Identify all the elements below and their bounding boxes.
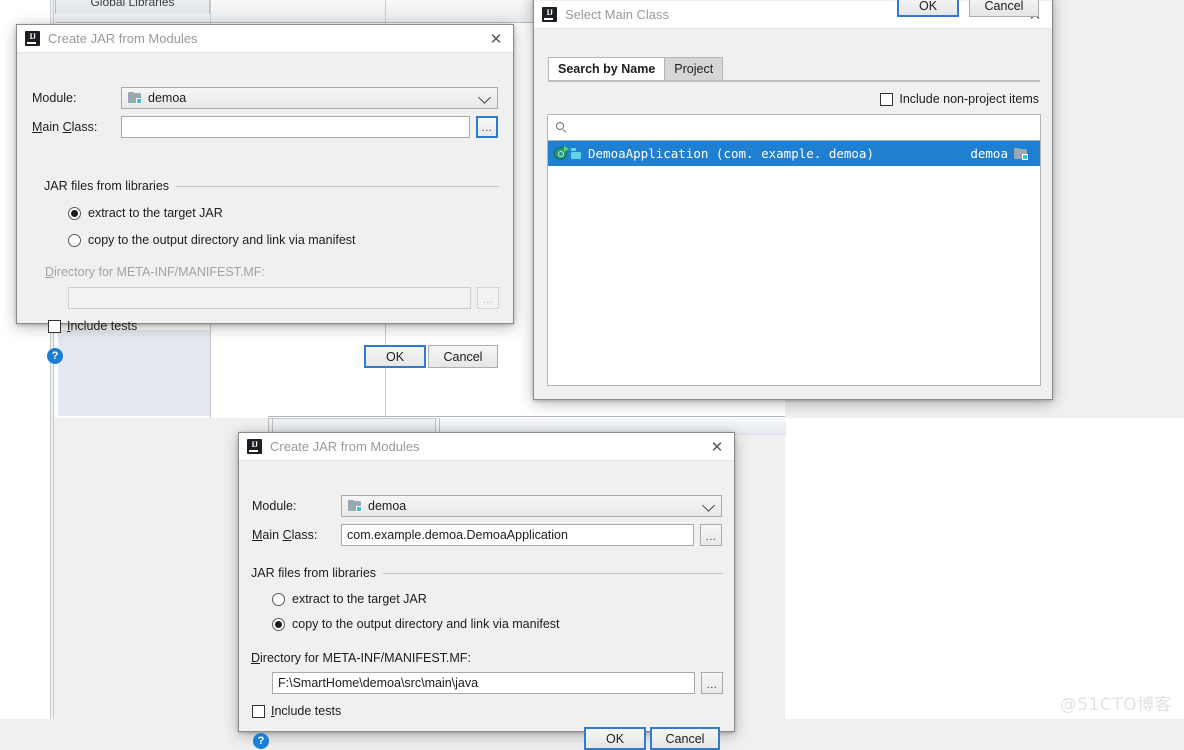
directory-row: F:\SmartHome\demoa\src\main\java ...	[272, 672, 723, 694]
radio-copy-to-output-directory[interactable]: copy to the output directory and link vi…	[68, 233, 356, 247]
tab-project[interactable]: Project	[664, 57, 724, 81]
directory-browse-button[interactable]: ...	[477, 287, 499, 309]
directory-row: ...	[68, 287, 499, 309]
main-class-browse-button[interactable]: ...	[700, 524, 722, 546]
module-combobox[interactable]: demoa	[121, 87, 498, 109]
radio-extract-icon	[68, 206, 81, 220]
directory-label: Directory for META-INF/MANIFEST.MF:	[45, 265, 265, 279]
dialog-title: Select Main Class	[565, 7, 670, 22]
background-separator	[268, 416, 785, 417]
chevron-down-icon	[478, 91, 491, 104]
ok-button[interactable]: OK	[897, 0, 959, 17]
list-item-module-icon	[1014, 147, 1028, 160]
radio-copy-icon	[68, 233, 81, 247]
chevron-down-icon	[702, 499, 715, 512]
radio-extract-icon	[272, 592, 285, 606]
include-tests-checkbox[interactable]: Include tests	[48, 319, 137, 333]
jar-files-group-title: JAR files from libraries	[44, 179, 499, 193]
main-class-row: Main Class: ...	[32, 116, 498, 138]
group-rule	[176, 185, 499, 187]
main-class-input[interactable]	[121, 116, 470, 138]
tab-strip: Search by Name Project	[548, 57, 724, 81]
radio-copy-to-output-directory[interactable]: copy to the output directory and link vi…	[272, 617, 560, 631]
cancel-button[interactable]: Cancel	[969, 0, 1039, 17]
include-tests-label: Include tests	[67, 319, 138, 333]
dialog-title: Create JAR from Modules	[270, 439, 420, 454]
list-item-class-name: DemoaApplication (com. example. demoa)	[588, 146, 874, 161]
background-selected-tree-panel	[58, 330, 211, 416]
ok-button[interactable]: OK	[584, 727, 646, 750]
include-non-project-items-checkbox-icon	[880, 92, 894, 106]
radio-extract-label: extract to the target JAR	[292, 592, 427, 606]
module-combobox-value: demoa	[148, 91, 187, 105]
main-class-label: Main Class:	[252, 528, 318, 542]
titlebar: IJ Create JAR from Modules ✕	[239, 433, 734, 461]
background-right-panel	[785, 418, 1184, 719]
dialog-title: Create JAR from Modules	[48, 31, 198, 46]
radio-extract-to-target-jar[interactable]: extract to the target JAR	[68, 206, 223, 220]
group-rule	[383, 572, 723, 574]
jar-files-group-label: JAR files from libraries	[251, 566, 377, 580]
help-icon[interactable]: ?	[47, 348, 63, 364]
main-class-input[interactable]: com.example.demoa.DemoaApplication	[341, 524, 694, 546]
module-row: Module: demoa	[32, 87, 498, 109]
directory-input[interactable]: F:\SmartHome\demoa\src\main\java	[272, 672, 695, 694]
module-folder-icon	[348, 500, 362, 512]
intellij-idea-icon: IJ	[542, 7, 557, 22]
module-combobox-value: demoa	[368, 499, 407, 513]
radio-copy-icon	[272, 617, 285, 631]
intellij-idea-icon: IJ	[247, 439, 262, 454]
module-row: Module: demoa	[252, 495, 722, 517]
dialog-select-main-class: IJ Select Main Class ✕ Search by Name Pr…	[533, 0, 1053, 400]
include-tests-label: Include tests	[271, 704, 342, 718]
module-label: Module:	[32, 91, 77, 105]
radio-extract-to-target-jar[interactable]: extract to the target JAR	[272, 592, 427, 606]
main-class-label: Main Class:	[32, 120, 98, 134]
search-results-list[interactable]: DemoaApplication (com. example. demoa) d…	[547, 141, 1041, 386]
radio-extract-label: extract to the target JAR	[88, 206, 223, 220]
radio-copy-label: copy to the output directory and link vi…	[88, 233, 356, 247]
directory-input[interactable]	[68, 287, 471, 309]
titlebar: IJ Create JAR from Modules ✕	[17, 25, 513, 53]
list-item[interactable]: DemoaApplication (com. example. demoa) d…	[548, 141, 1040, 166]
search-input[interactable]	[547, 114, 1041, 141]
module-combobox[interactable]: demoa	[341, 495, 722, 517]
watermark: @51CTO博客	[1059, 695, 1172, 715]
tab-underline	[548, 80, 1040, 82]
close-icon[interactable]: ✕	[700, 433, 734, 461]
module-folder-icon	[128, 92, 142, 104]
search-icon	[556, 122, 567, 133]
ok-button[interactable]: OK	[364, 345, 426, 368]
include-non-project-items-label: Include non-project items	[899, 92, 1039, 106]
runnable-class-icon	[554, 145, 569, 161]
cancel-button[interactable]: Cancel	[650, 727, 720, 750]
module-badge-icon	[571, 148, 582, 159]
directory-label: Directory for META-INF/MANIFEST.MF:	[251, 651, 471, 665]
cancel-button[interactable]: Cancel	[428, 345, 498, 368]
main-class-browse-button[interactable]: ...	[476, 116, 498, 138]
main-class-row: Main Class: com.example.demoa.DemoaAppli…	[252, 524, 722, 546]
radio-copy-label: copy to the output directory and link vi…	[292, 617, 560, 631]
intellij-idea-icon: IJ	[25, 31, 40, 46]
close-icon[interactable]: ✕	[479, 25, 513, 53]
help-icon[interactable]: ?	[253, 733, 269, 749]
list-item-module-name: demoa	[970, 146, 1008, 161]
dialog-create-jar-from-modules-bottom: IJ Create JAR from Modules ✕ Module: dem…	[238, 432, 735, 750]
include-tests-checkbox[interactable]: Include tests	[252, 704, 341, 718]
dialog-create-jar-from-modules-top: IJ Create JAR from Modules ✕ Module: dem…	[16, 24, 514, 368]
include-non-project-items-checkbox[interactable]: Include non-project items	[880, 92, 1039, 106]
jar-files-group-label: JAR files from libraries	[44, 179, 170, 193]
background-tab-global-libraries[interactable]: Global Libraries	[55, 0, 210, 14]
module-label: Module:	[252, 499, 297, 513]
include-tests-checkbox-icon	[252, 704, 265, 718]
dialog-buttons: OK Cancel	[897, 0, 1039, 17]
include-tests-checkbox-icon	[48, 319, 61, 333]
tab-search-by-name[interactable]: Search by Name	[548, 57, 666, 81]
jar-files-group-title: JAR files from libraries	[251, 566, 723, 580]
directory-browse-button[interactable]: ...	[701, 672, 723, 694]
